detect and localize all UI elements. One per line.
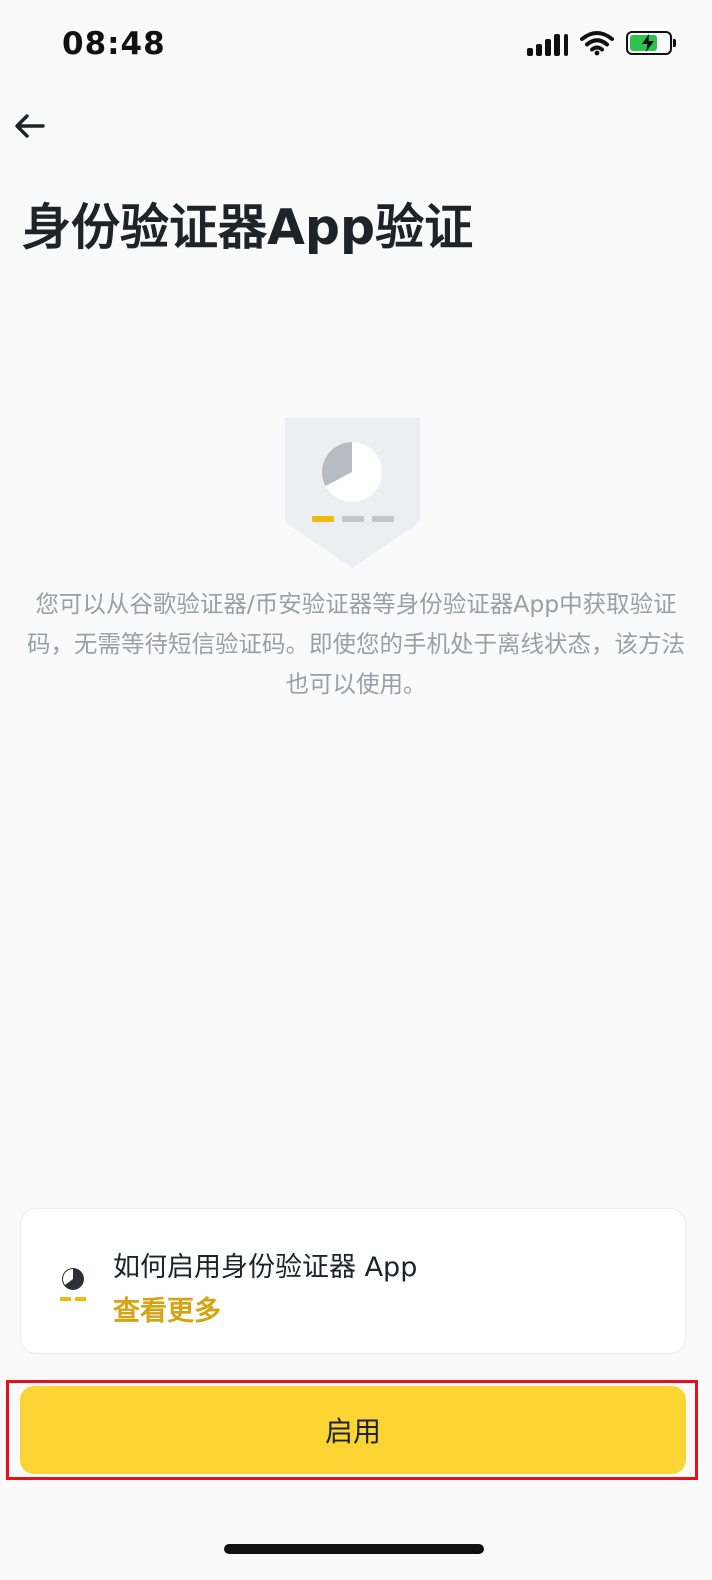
- wifi-icon: [580, 31, 614, 56]
- enable-button[interactable]: 启用: [20, 1386, 686, 1474]
- status-time: 08:48: [62, 26, 166, 62]
- battery-charging-icon: [626, 31, 676, 55]
- status-bar: 08:48: [0, 0, 712, 92]
- home-indicator[interactable]: [224, 1544, 484, 1554]
- arrow-left-icon: [15, 114, 45, 138]
- help-card[interactable]: 如何启用身份验证器 App 查看更多: [20, 1208, 686, 1354]
- authenticator-shield-illustration: [285, 418, 420, 568]
- status-icons: [527, 30, 676, 56]
- authenticator-guide-icon: [60, 1268, 86, 1301]
- signal-icon: [527, 30, 568, 56]
- back-button[interactable]: [8, 104, 52, 148]
- view-more-link[interactable]: 查看更多: [113, 1289, 221, 1328]
- description-text: 您可以从谷歌验证器/币安验证器等身份验证器App中获取验证码，无需等待短信验证码…: [27, 590, 685, 698]
- help-card-title: 如何启用身份验证器 App: [113, 1252, 418, 1283]
- page-title: 身份验证器App验证: [22, 199, 474, 256]
